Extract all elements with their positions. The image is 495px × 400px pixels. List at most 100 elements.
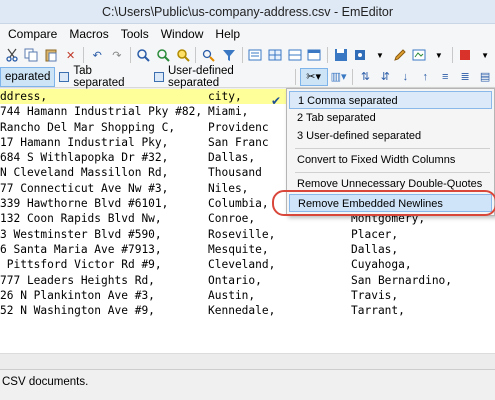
table-cell: Niles,: [208, 181, 249, 195]
copy-icon[interactable]: [24, 47, 40, 63]
menu-item-label: 3 User-defined separated: [297, 130, 422, 142]
menu-help[interactable]: Help: [209, 27, 246, 41]
tab-separated-button[interactable]: Tab separated: [55, 64, 150, 89]
status-bar: CSV documents.: [0, 369, 495, 400]
table-cell: Pittsford Victor Rd #9,: [0, 258, 162, 272]
table-cell: 132 Coon Rapids Blvd Nw,: [0, 212, 162, 226]
user-defined-icon: [153, 71, 164, 82]
comma-separated-button[interactable]: eparated: [0, 66, 56, 87]
macro-icon[interactable]: [411, 47, 427, 63]
table-cell: Cuyahoga,: [351, 258, 412, 272]
table-cell: Travis,: [351, 288, 399, 302]
table-cell: 744 Hamann Industrial Pky #82,: [0, 105, 203, 119]
csv-convert-dropdown-icon[interactable]: ✂▾: [299, 67, 328, 86]
table-row[interactable]: 52 N Washington Ave #9, Kennedale, Tarrant…: [0, 303, 495, 318]
sort-numeric-ascending-icon[interactable]: ↓: [396, 68, 414, 86]
comma-separated-label: eparated: [5, 70, 51, 83]
table-cell: Dallas,: [351, 242, 399, 256]
sort-length-icon[interactable]: ≡: [436, 68, 454, 86]
table-cell: Conroe,: [208, 212, 256, 226]
table-row[interactable]: 6 Santa Maria Ave #7913, Mesquite, Dallas,: [0, 242, 495, 257]
table-cell: ddress,: [0, 90, 48, 103]
replace-icon[interactable]: [201, 47, 217, 63]
menu-compare[interactable]: Compare: [0, 27, 63, 41]
table-row[interactable]: 26 N Plankinton Ave #3, Austin, Travis,: [0, 288, 495, 303]
checkmark-icon: ✔: [271, 94, 282, 108]
paste-icon[interactable]: [43, 47, 59, 63]
edit-icon[interactable]: [392, 47, 408, 63]
sort-ascending-icon[interactable]: ⇅: [357, 68, 375, 86]
title-bar: C:\Users\Public\us-company-address.csv -…: [0, 0, 495, 24]
menu-separator: [295, 148, 490, 149]
highlight-annotation: [272, 190, 495, 216]
menu-separator: [295, 172, 490, 173]
table-cell: Kennedale,: [208, 304, 276, 318]
table-cell: Mesquite,: [208, 242, 269, 256]
table-cell: 52 N Washington Ave #9,: [0, 304, 155, 318]
table-cell: 3 Westminster Blvd #590,: [0, 227, 162, 241]
menu-item-comma-separated[interactable]: ✔ 1 Comma separated: [271, 91, 492, 109]
dropdown-arrow-icon[interactable]: ▼: [431, 47, 447, 63]
menu-bar: Compare Macros Tools Window Help: [0, 24, 495, 44]
menu-item-tab-separated[interactable]: 2 Tab separated: [289, 109, 492, 127]
table-cell: 77 Connecticut Ave Nw #3,: [0, 181, 169, 195]
horizontal-scrollbar[interactable]: [0, 353, 495, 369]
sort-custom-icon[interactable]: ≣: [456, 68, 474, 86]
table-cell: 777 Leaders Heights Rd,: [0, 273, 155, 287]
menu-window[interactable]: Window: [155, 27, 210, 41]
table-cell: San Bernardino,: [351, 273, 453, 287]
column-icon[interactable]: ▥▾: [330, 68, 348, 86]
table-row[interactable]: 3 Westminster Blvd #590, Roseville, Placer…: [0, 227, 495, 242]
table-cell: Providenc: [208, 120, 269, 134]
user-defined-separated-button[interactable]: User-defined separated: [150, 64, 292, 89]
table-cell: Placer,: [351, 227, 399, 241]
sort-numeric-descending-icon[interactable]: ↑: [416, 68, 434, 86]
user-defined-label: User-defined separated: [167, 64, 234, 89]
status-text: CSV documents.: [2, 376, 89, 388]
menu-tools[interactable]: Tools: [115, 27, 155, 41]
find-icon[interactable]: [136, 47, 152, 63]
separator: [294, 68, 296, 85]
menu-item-label: Remove Unnecessary Double-Quotes: [297, 178, 483, 190]
list-view-icon[interactable]: [248, 47, 264, 63]
table-cell: Rancho Del Mar Shopping C,: [0, 120, 176, 134]
sort-descending-icon[interactable]: ⇵: [376, 68, 394, 86]
grid-view-icon[interactable]: [267, 47, 283, 63]
find-highlight-icon[interactable]: [175, 47, 191, 63]
plugin-icon[interactable]: [353, 47, 369, 63]
undo-icon[interactable]: ↶: [89, 47, 105, 63]
table-cell: Roseville,: [208, 227, 276, 241]
separator: [195, 47, 197, 63]
table-cell: Cleveland,: [208, 258, 276, 272]
tab-separated-label: Tab separated: [73, 64, 125, 89]
separator: [327, 47, 328, 63]
csv-toolbar: eparated Tab separated User-defined sepa…: [0, 64, 495, 89]
table-cell: N Cleveland Massillon Rd,: [0, 166, 169, 180]
table-cell: Ontario,: [208, 273, 262, 287]
redo-icon[interactable]: ↷: [109, 47, 125, 63]
separator: [451, 47, 453, 63]
table-cell: 26 N Plankinton Ave #3,: [0, 288, 155, 302]
table-cell: Tarrant,: [351, 304, 405, 318]
dropdown-arrow-icon[interactable]: ▼: [372, 47, 388, 63]
table-cell: Miami,: [208, 105, 249, 119]
window-icon[interactable]: [306, 47, 322, 63]
menu-macros[interactable]: Macros: [63, 27, 114, 41]
menu-item-convert-fixed-width[interactable]: Convert to Fixed Width Columns: [289, 151, 492, 169]
main-toolbar: ✕ ↶ ↷ ▼ ▼ ▼: [0, 44, 495, 66]
tab-separated-icon: [59, 71, 70, 82]
split-view-icon[interactable]: [287, 47, 303, 63]
table-cell: 17 Hamann Industrial Pky,: [0, 135, 169, 149]
cut-icon[interactable]: [4, 47, 20, 63]
delete-icon[interactable]: ✕: [63, 47, 79, 63]
column-select-icon[interactable]: ▤: [476, 68, 494, 86]
separator: [351, 68, 353, 85]
save-icon[interactable]: [333, 47, 349, 63]
dropdown-arrow-icon[interactable]: ▼: [477, 47, 493, 63]
table-row[interactable]: 777 Leaders Heights Rd, Ontario, San Berna…: [0, 273, 495, 288]
table-row[interactable]: Pittsford Victor Rd #9, Cleveland, Cuyahog…: [0, 257, 495, 272]
filter-icon[interactable]: [221, 47, 237, 63]
find-next-icon[interactable]: [155, 47, 171, 63]
record-icon[interactable]: [458, 47, 474, 63]
menu-item-user-defined-separated[interactable]: 3 User-defined separated: [289, 127, 492, 145]
